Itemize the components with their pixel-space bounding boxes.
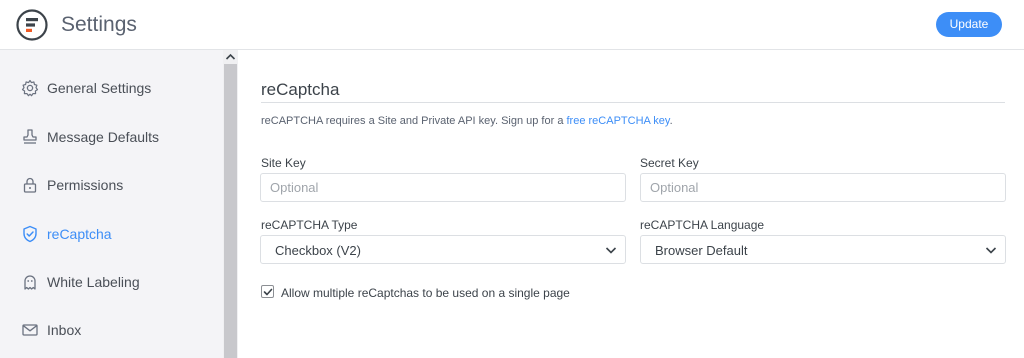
settings-sidebar: General Settings Message Defaults Permis… <box>0 50 223 358</box>
section-divider <box>261 102 1005 103</box>
page-title: Settings <box>61 13 137 36</box>
recaptcha-language-select[interactable]: Browser Default <box>640 235 1006 264</box>
checkmark-icon <box>263 288 273 296</box>
ghost-icon <box>24 275 36 290</box>
secret-key-label: Secret Key <box>640 156 699 170</box>
recaptcha-language-label: reCAPTCHA Language <box>640 218 765 232</box>
shield-check-icon <box>23 225 37 243</box>
update-button[interactable]: Update <box>936 12 1002 37</box>
sidebar-item-white-labeling[interactable]: White Labeling <box>0 267 223 297</box>
lock-icon <box>23 177 37 193</box>
description-text: reCAPTCHA requires a Site and Private AP… <box>261 115 567 127</box>
recaptcha-type-select[interactable]: Checkbox (V2) <box>260 235 626 264</box>
secret-key-input[interactable] <box>640 173 1006 202</box>
allow-multiple-recaptchas-label[interactable]: Allow multiple reCaptchas to be used on … <box>281 286 570 300</box>
formidable-logo-icon[interactable] <box>16 9 48 41</box>
sidebar-item-message-defaults[interactable]: Message Defaults <box>0 122 223 152</box>
sidebar-item-permissions[interactable]: Permissions <box>0 170 223 200</box>
recaptcha-type-value: Checkbox (V2) <box>275 243 361 258</box>
sidebar-item-label: reCaptcha <box>47 226 112 242</box>
gear-icon <box>21 79 39 97</box>
sidebar-item-label: White Labeling <box>47 274 140 290</box>
sidebar-item-label: Permissions <box>47 177 124 193</box>
sidebar-item-label: General Settings <box>47 80 152 96</box>
main-panel: reCaptcha reCAPTCHA requires a Site and … <box>238 50 1024 358</box>
envelope-icon <box>22 324 38 336</box>
description-suffix: . <box>669 115 673 127</box>
chevron-down-icon <box>985 247 997 254</box>
recaptcha-type-label: reCAPTCHA Type <box>261 218 358 232</box>
scroll-up-arrow-icon[interactable] <box>225 52 236 62</box>
site-key-label: Site Key <box>261 156 306 170</box>
recaptcha-language-value: Browser Default <box>655 243 748 258</box>
sidebar-item-inbox[interactable]: Inbox <box>0 315 223 345</box>
sidebar-item-recaptcha[interactable]: reCaptcha <box>0 219 223 249</box>
scrollbar-thumb[interactable] <box>224 64 237 358</box>
sidebar-item-general-settings[interactable]: General Settings <box>0 73 223 103</box>
sidebar-item-label: Inbox <box>47 322 82 338</box>
section-description: reCAPTCHA requires a Site and Private AP… <box>261 115 673 127</box>
top-bar: Settings Update <box>0 0 1024 50</box>
free-recaptcha-key-link[interactable]: free reCAPTCHA key <box>567 115 670 127</box>
chevron-down-icon <box>605 247 617 254</box>
stamp-icon <box>23 129 37 144</box>
section-title: reCaptcha <box>261 80 340 99</box>
allow-multiple-recaptchas-checkbox[interactable] <box>261 285 274 298</box>
site-key-input[interactable] <box>260 173 626 202</box>
sidebar-item-label: Message Defaults <box>47 129 160 145</box>
sidebar-scrollbar[interactable] <box>223 50 238 358</box>
